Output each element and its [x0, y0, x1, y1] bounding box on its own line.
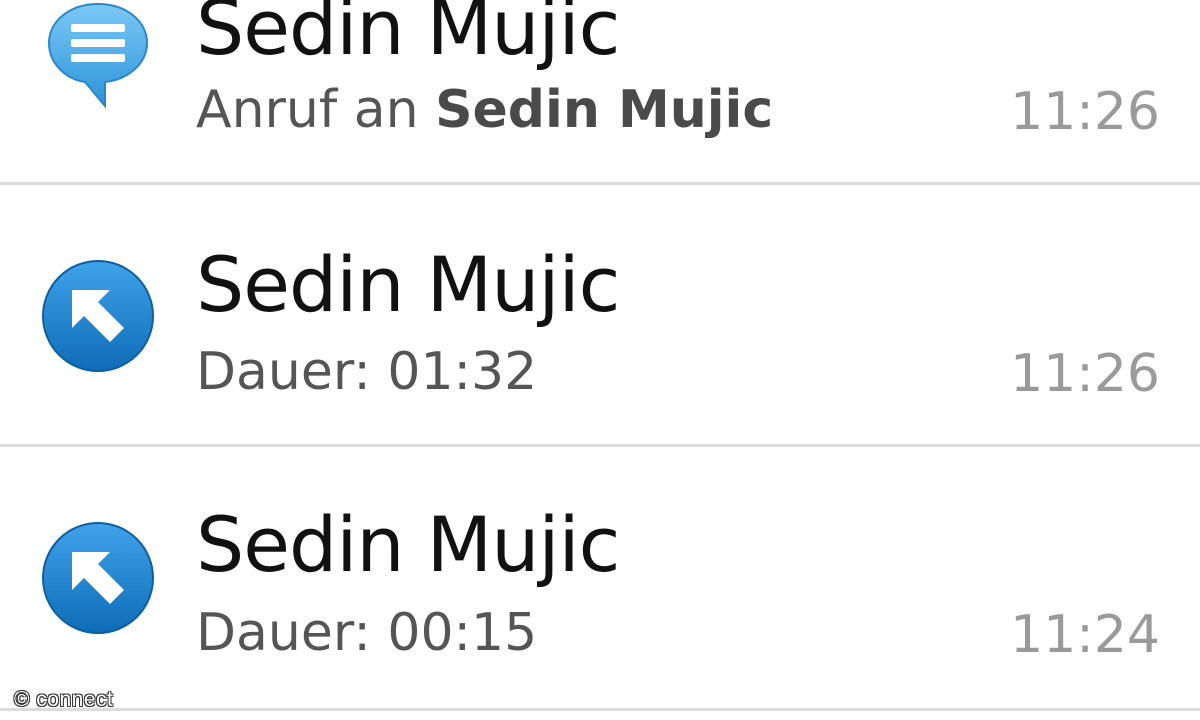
- list-divider: [0, 182, 1200, 185]
- call-log-entry[interactable]: Sedin Mujic Dauer: 00:15 11:24: [0, 447, 1200, 709]
- call-detail-prefix: Anruf an: [196, 80, 436, 140]
- contact-name: Sedin Mujic: [196, 500, 620, 589]
- call-time: 11:26: [1010, 82, 1160, 142]
- call-time: 11:26: [1010, 344, 1160, 404]
- contact-name: Sedin Mujic: [196, 240, 620, 329]
- call-log-entry[interactable]: Sedin Mujic Dauer: 01:32 11:26: [0, 186, 1200, 444]
- contact-name: Sedin Mujic: [196, 0, 620, 72]
- call-duration: Dauer: 01:32: [196, 342, 538, 402]
- call-duration: Dauer: 00:15: [196, 603, 538, 663]
- watermark: © connect: [14, 688, 114, 711]
- call-detail: Anruf an Sedin Mujic: [196, 84, 773, 136]
- speech-bubble-icon: [45, 0, 151, 110]
- call-log-screen: Sedin Mujic Anruf an Sedin Mujic 11:26 S…: [0, 0, 1200, 720]
- call-time: 11:24: [1010, 605, 1160, 665]
- outgoing-call-arrow-icon: [40, 520, 156, 636]
- call-log-entry[interactable]: Sedin Mujic Anruf an Sedin Mujic 11:26: [0, 0, 1200, 184]
- list-divider: [0, 708, 1200, 711]
- call-detail-contact: Sedin Mujic: [435, 80, 774, 140]
- outgoing-call-arrow-icon: [40, 258, 156, 374]
